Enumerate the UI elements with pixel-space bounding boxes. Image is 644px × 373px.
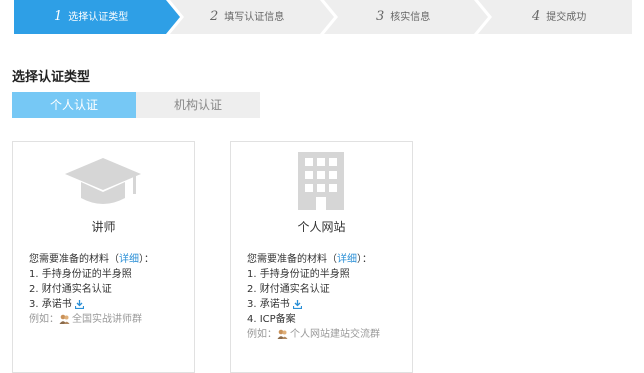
requirement-item-with-download: 3. 承诺书 [29,297,154,312]
step-4-number: 4 [532,9,541,24]
requirement-item: 1. 手持身份证的半身照 [247,269,350,280]
card-personal-website[interactable]: 个人网站 您需要准备的材料（详细）： 1. 手持身份证的半身照 2. 财付通实名… [230,141,413,373]
group-icon [59,314,70,324]
requirement-item: 4. ICP备案 [247,314,296,325]
group-icon [277,329,288,339]
tab-organization[interactable]: 机构认证 [136,92,260,118]
detail-link[interactable]: 详细 [119,254,139,265]
requirements-heading: 您需要准备的材料（详细）： [247,252,380,267]
step-3-label: 核实信息 [390,12,431,23]
requirement-item: 1. 手持身份证的半身照 [29,269,132,280]
requirement-item-label: 3. 承诺书 [29,299,72,310]
step-3: 3 核实信息 [376,8,430,26]
step-1-label: 选择认证类型 [68,12,129,23]
requirement-item-with-download: 3. 承诺书 [247,297,380,312]
step-2: 2 填写认证信息 [210,8,284,26]
download-icon[interactable] [74,299,84,309]
step-2-label: 填写认证信息 [224,12,285,23]
step-3-number: 3 [376,9,385,24]
download-icon[interactable] [292,299,302,309]
card-title: 讲师 [91,220,116,234]
step-4-label: 提交成功 [546,12,587,23]
requirements-prefix: 您需要准备的材料（ [29,254,119,265]
card-lecturer[interactable]: 讲师 您需要准备的材料（详细）： 1. 手持身份证的半身照 2. 财付通实名认证… [12,141,195,373]
requirements-suffix: ）： [139,254,154,265]
progress-steps: 1 选择认证类型 2 填写认证信息 3 核实信息 4 提交成功 [14,0,632,34]
requirements: 您需要准备的材料（详细）： 1. 手持身份证的半身照 2. 财付通实名认证 3.… [29,252,154,327]
requirements-heading: 您需要准备的材料（详细）： [29,252,154,267]
step-4: 4 提交成功 [532,8,586,26]
requirement-item-label: 3. 承诺书 [247,299,290,310]
example-row: 例如： 全国实战讲师群 [29,312,154,327]
requirements-suffix: ）： [357,254,372,265]
example-prefix: 例如： [247,329,277,340]
example-group-link[interactable]: 全国实战讲师群 [72,314,142,325]
graduation-cap-icon [65,158,141,204]
card-title: 个人网站 [297,220,346,234]
requirements-prefix: 您需要准备的材料（ [247,254,337,265]
example-group-link[interactable]: 个人网站建站交流群 [290,329,380,340]
tab-personal[interactable]: 个人认证 [12,92,136,118]
detail-link[interactable]: 详细 [337,254,357,265]
step-1: 1 选择认证类型 [54,8,128,26]
page-title: 选择认证类型 [12,70,91,85]
step-1-number: 1 [54,9,63,24]
requirements: 您需要准备的材料（详细）： 1. 手持身份证的半身照 2. 财付通实名认证 3.… [247,252,380,342]
example-prefix: 例如： [29,314,59,325]
requirement-item: 2. 财付通实名认证 [29,284,112,295]
step-2-number: 2 [210,9,219,24]
example-row: 例如： 个人网站建站交流群 [247,327,380,342]
requirement-item: 2. 财付通实名认证 [247,284,330,295]
building-icon [298,152,344,210]
